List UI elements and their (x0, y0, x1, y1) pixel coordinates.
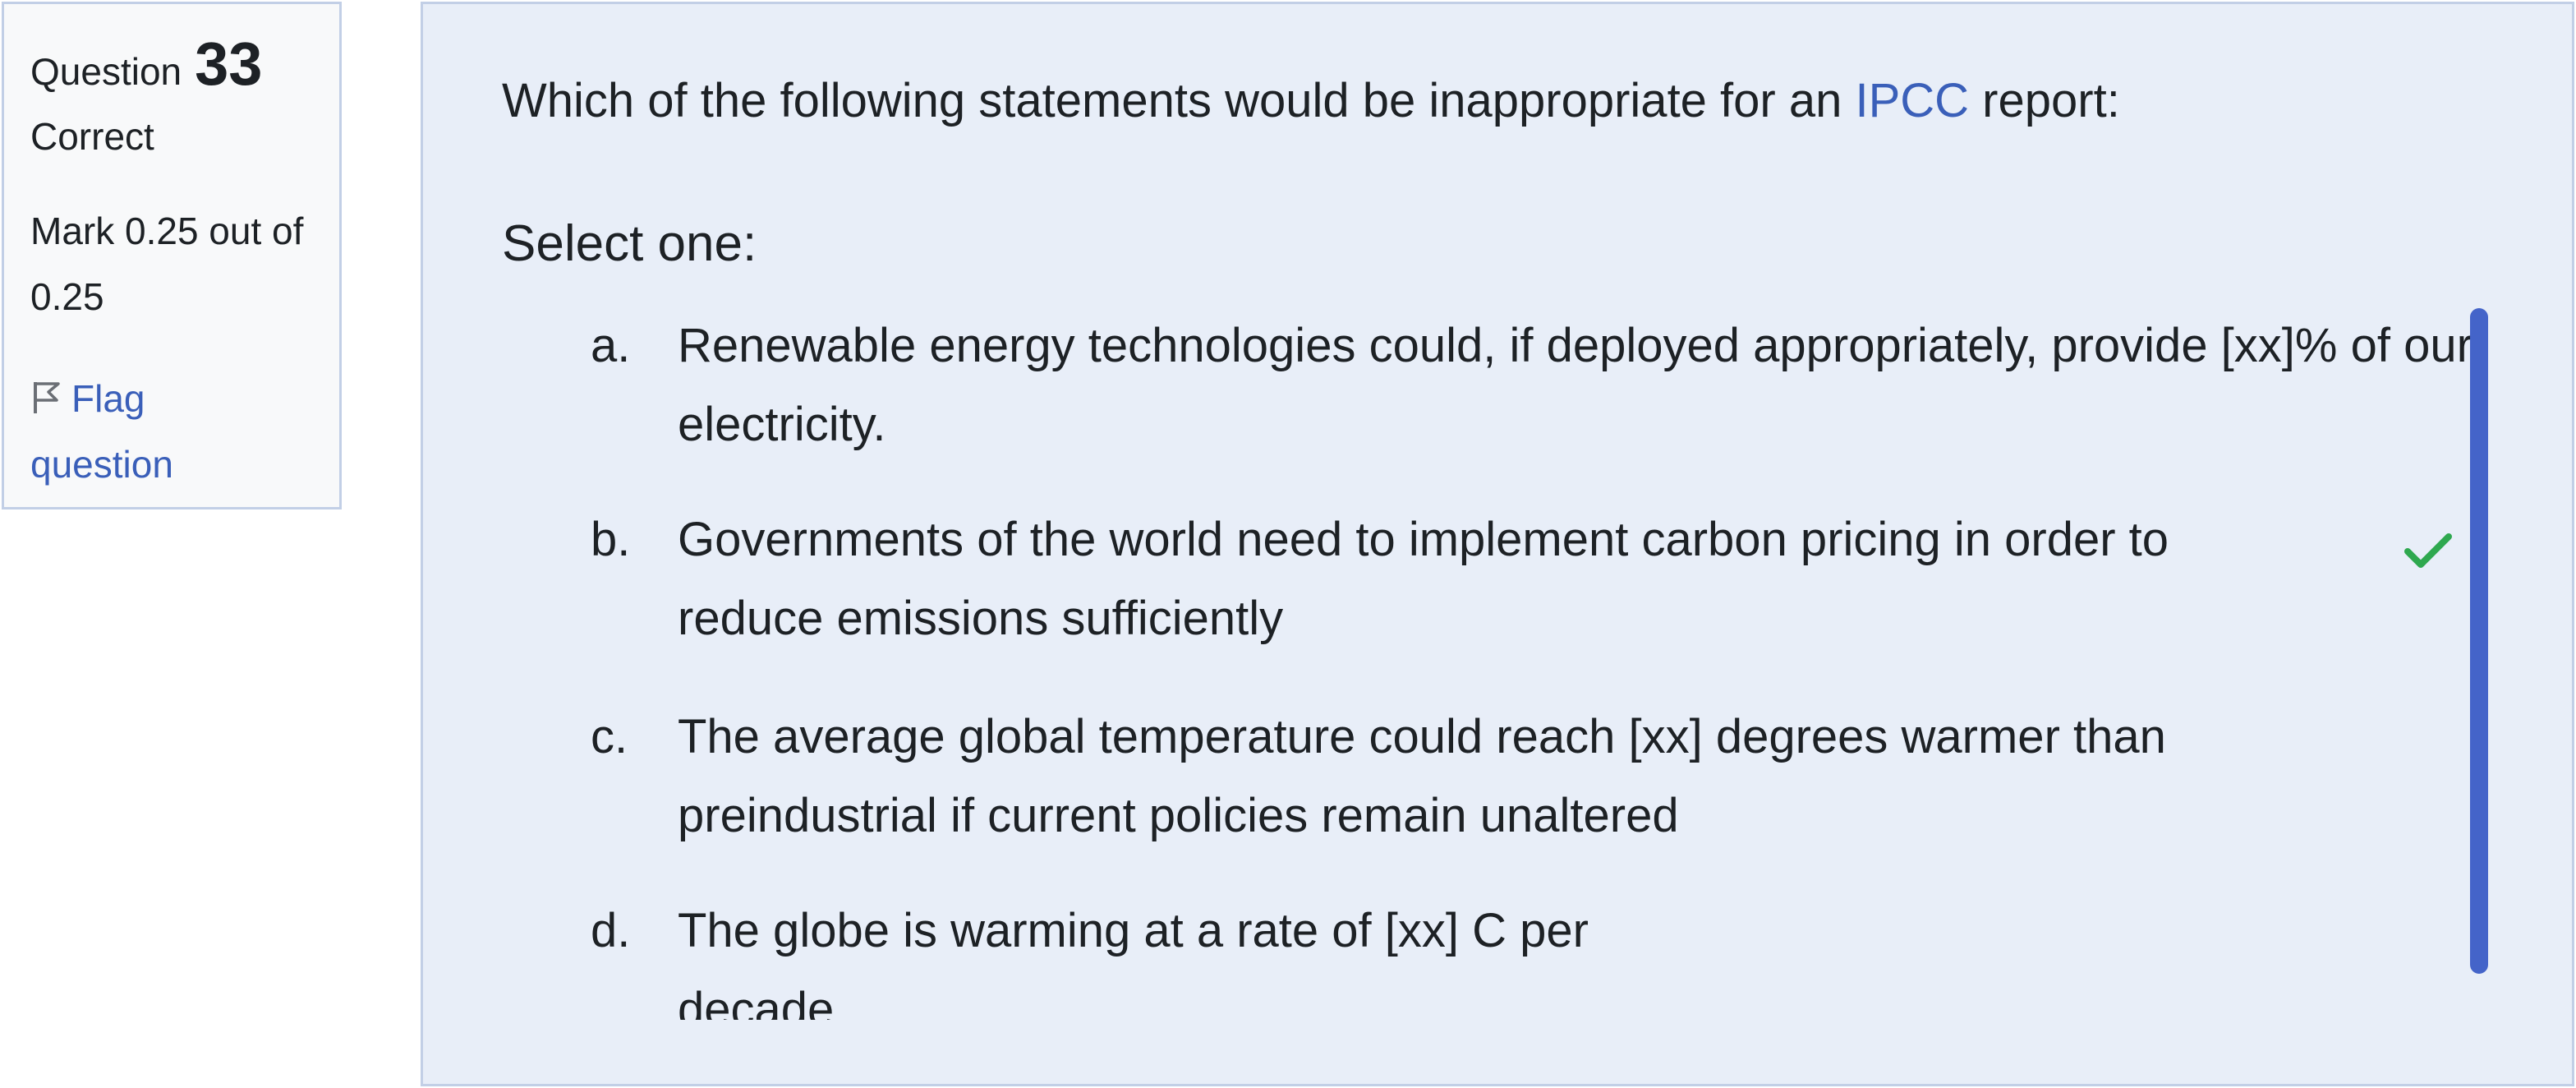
answer-letter: b. (591, 513, 631, 566)
answers-scrollbar[interactable] (2470, 308, 2488, 974)
question-content-panel: Which of the following statements would … (421, 2, 2574, 1086)
answer-options-list: a. Renewable energy technologies could, … (502, 307, 2473, 1020)
question-number-heading: Question 33 (30, 29, 339, 98)
answer-text: The average global temperature could rea… (678, 710, 2166, 842)
answer-text: Renewable energy technologies could, if … (678, 319, 2472, 451)
quiz-review-page: Question 33 Correct Mark 0.25 out of 0.2… (0, 0, 2576, 1088)
question-state: Correct (30, 115, 154, 158)
question-number: 33 (195, 30, 263, 98)
flag-question-link[interactable]: Flag question (30, 367, 277, 496)
question-grade: Mark 0.25 out of 0.25 (30, 210, 304, 318)
answer-letter: d. (591, 904, 631, 957)
answer-text: The globe is warming at a rate of [xx] C… (678, 904, 1589, 1020)
ipcc-glossary-link[interactable]: IPCC (1855, 74, 1969, 127)
question-label: Question (30, 50, 182, 93)
question-text: Which of the following statements would … (502, 70, 2120, 132)
question-text-after: report: (1969, 74, 2120, 127)
select-one-prompt: Select one: (502, 215, 757, 272)
answer-text: Governments of the world need to impleme… (678, 513, 2169, 645)
answer-letter: c. (591, 710, 628, 763)
question-info-panel: Question 33 Correct Mark 0.25 out of 0.2… (2, 2, 342, 509)
checkmark-icon (2403, 530, 2454, 575)
flag-outline-icon (30, 371, 63, 433)
answer-letter: a. (591, 319, 631, 372)
question-text-before: Which of the following statements would … (502, 74, 1856, 127)
